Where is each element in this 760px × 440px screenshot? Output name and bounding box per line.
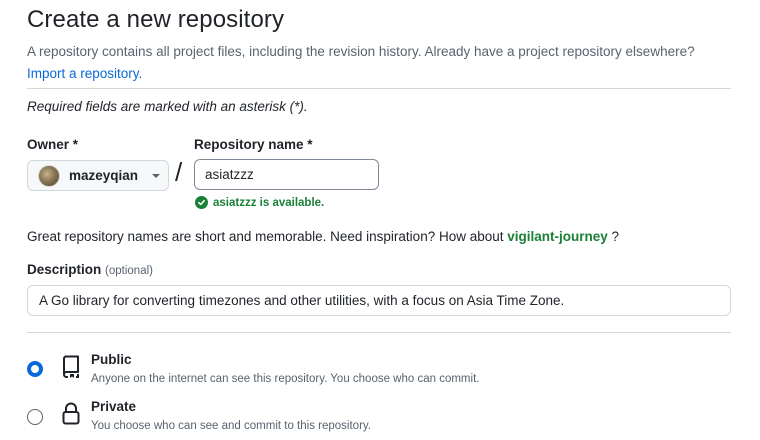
- owner-label: Owner *: [27, 137, 79, 152]
- divider: [27, 88, 731, 89]
- public-option-title: Public: [91, 352, 132, 367]
- optional-hint: (optional): [105, 265, 153, 277]
- subtitle-text: A repository contains all project files,…: [27, 44, 695, 59]
- inspiration-end: ?: [611, 229, 620, 244]
- availability-status: asiatzzz is available.: [195, 196, 324, 209]
- repo-icon: [60, 354, 82, 378]
- description-input[interactable]: [27, 285, 731, 316]
- avatar: [38, 164, 60, 187]
- owner-repo-separator: /: [175, 157, 183, 187]
- suggested-name-link[interactable]: vigilant-journey: [507, 229, 608, 244]
- name-inspiration: Great repository names are short and mem…: [27, 229, 619, 244]
- page-subtitle: A repository contains all project files,…: [27, 41, 737, 85]
- owner-name: mazeyqian: [69, 168, 139, 183]
- import-repository-link[interactable]: Import a repository.: [27, 66, 142, 81]
- public-option-description: Anyone on the internet can see this repo…: [91, 373, 480, 385]
- required-fields-note: Required fields are marked with an aster…: [27, 99, 308, 114]
- repository-name-input[interactable]: [194, 159, 379, 190]
- page-title: Create a new repository: [27, 6, 285, 33]
- caret-down-icon: [152, 173, 161, 178]
- description-label-text: Description: [27, 262, 102, 277]
- private-option-title: Private: [91, 399, 137, 414]
- description-label: Description (optional): [27, 262, 153, 277]
- repository-name-label: Repository name *: [194, 137, 313, 152]
- divider: [27, 332, 731, 333]
- owner-dropdown[interactable]: mazeyqian: [27, 160, 169, 191]
- private-radio[interactable]: [27, 409, 43, 425]
- inspiration-text: Great repository names are short and mem…: [27, 229, 504, 244]
- public-radio[interactable]: [27, 361, 43, 377]
- check-circle-icon: [195, 196, 208, 209]
- private-option-description: You choose who can see and commit to thi…: [91, 420, 371, 432]
- lock-icon: [60, 401, 82, 425]
- availability-text: asiatzzz is available.: [213, 196, 325, 209]
